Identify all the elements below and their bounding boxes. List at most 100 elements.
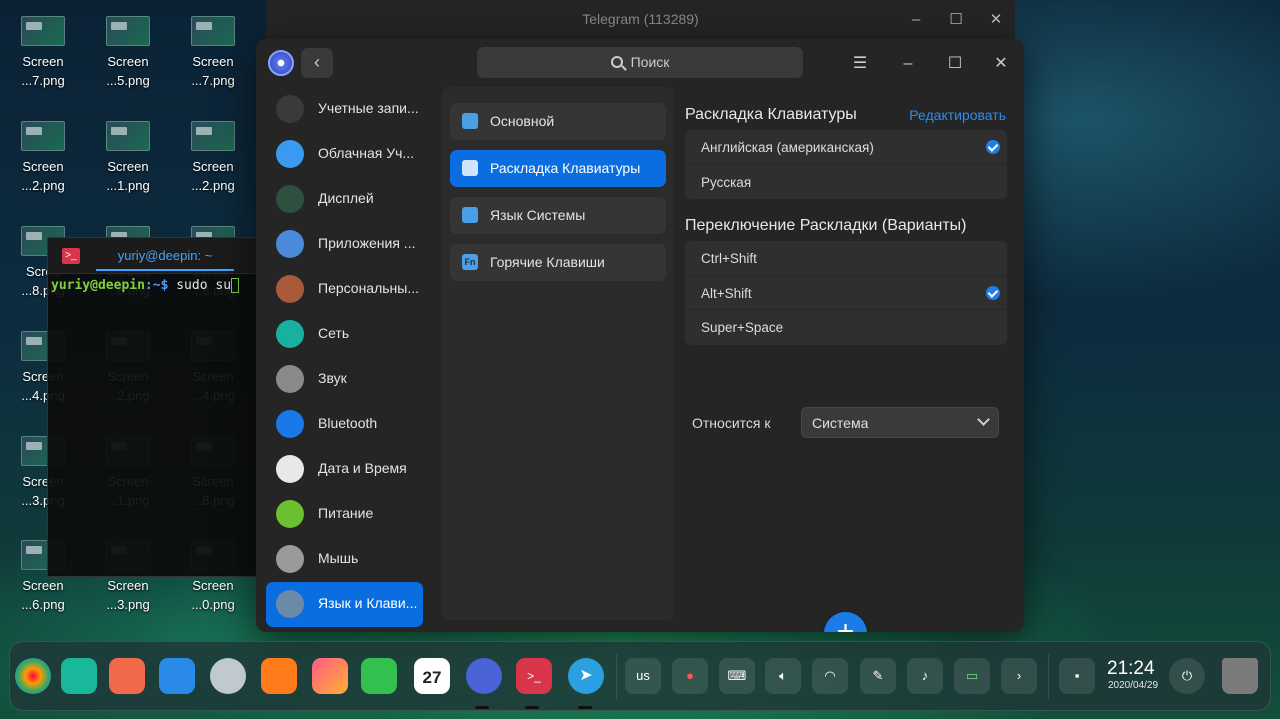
list-item[interactable]: Английская (американская) [685,130,1007,165]
sidebar-item-label: Приложения ... [318,235,416,251]
sidebar-item[interactable]: Bluetooth [266,402,423,447]
settings-window: ‹ Поиск ☰ – ☐ ✕ Учетные запи... Облачная … [256,39,1024,632]
sidebar-item[interactable]: Звук [266,357,423,402]
multitasking-icon[interactable] [61,658,97,694]
menu-icon[interactable]: ☰ [848,52,872,76]
desktop-file-icon[interactable]: Screen ...1.png [88,121,168,195]
clock-time[interactable]: 21:24 [1107,658,1155,680]
list-item[interactable]: Super+Space [685,310,1007,345]
terminal-cursor [231,278,240,293]
desktop-file-label: Screen ...7.png [191,54,235,88]
sidebar-item[interactable]: Учетные запи... [266,87,423,132]
list-item[interactable]: Alt+Shift [685,276,1007,310]
applies-to-label: Относится к [692,415,771,431]
close-icon[interactable]: ✕ [984,8,1008,32]
wifi-icon[interactable]: ◠ [812,658,848,694]
sidebar-item[interactable]: Облачная Уч... [266,132,423,177]
notification-icon[interactable]: ♪ [907,658,943,694]
terminal-line[interactable]: yuriy@deepin:~$ sudo su [48,274,266,297]
image-viewer-icon[interactable] [312,658,348,694]
calendar-icon[interactable]: 27 [414,658,450,694]
image-thumbnail-icon [21,121,65,151]
chevron-down-icon [977,413,990,426]
terminal-tab[interactable]: yuriy@deepin: ~ [96,248,234,271]
list-item[interactable]: Русская [685,165,1007,200]
list-item[interactable]: Ctrl+Shift [685,241,1007,276]
palette-icon [276,275,304,303]
network-icon [276,320,304,348]
minimize-icon[interactable]: – [904,8,928,32]
settings-titlebar: ‹ Поиск ☰ – ☐ ✕ [256,39,1024,89]
running-indicator [525,706,539,709]
telegram-title: Telegram (113289) [582,11,699,27]
color-picker-icon[interactable]: ✎ [860,658,896,694]
sidebar-item[interactable]: Мышь [266,537,423,582]
sidebar-item-label: Язык и Клави... [318,595,418,611]
desktop-file-label: Screen ...3.png [106,578,150,612]
applies-to-select[interactable]: Система [801,407,999,438]
power-icon[interactable]: ⏻ [1169,658,1205,694]
chevron-right-icon[interactable]: › [1001,658,1037,694]
sidebar-item[interactable]: Язык и Клави... [266,582,423,627]
desktop-file-icon[interactable]: Screen ...5.png [88,16,168,90]
app-store-icon[interactable] [261,658,297,694]
desktop-file-icon[interactable]: Screen ...2.png [3,121,83,195]
image-thumbnail-icon [191,16,235,46]
trash-icon[interactable] [1222,658,1258,694]
telegram-icon[interactable]: ➤ [568,658,604,694]
minimize-icon[interactable]: – [896,52,920,76]
show-desktop-icon[interactable]: ▪ [1059,658,1095,694]
back-button[interactable]: ‹ [301,48,333,78]
settings-icon[interactable] [466,658,502,694]
checkmark-icon [986,285,1000,300]
close-icon[interactable]: ✕ [989,52,1013,76]
terminal-icon[interactable]: >_ [516,658,552,694]
search-input[interactable]: Поиск [477,47,803,78]
image-thumbnail-icon [191,121,235,151]
file-manager-icon[interactable] [159,658,195,694]
settings-sidebar: Учетные запи... Облачная Уч... Дисплей Прил… [266,87,423,627]
terminal-command: sudo su [168,278,232,293]
dock-separator [616,654,617,700]
list-item-label: Русская [701,174,752,190]
sidebar-item-label: Облачная Уч... [318,145,415,161]
keyboard-layout-indicator[interactable]: us [625,658,661,694]
edit-link[interactable]: Редактировать [909,107,1006,123]
launcher-icon[interactable] [15,658,51,694]
desktop-file-icon[interactable]: Screen ...2.png [173,121,253,195]
submenu-item[interactable]: Fn Горячие Клавиши [450,244,666,281]
volume-icon[interactable]: 🔈︎ [765,658,801,694]
desktop-file-label: Screen ...2.png [191,159,235,193]
settings-logo-icon [268,50,294,76]
desktop-file-icon[interactable]: Screen ...7.png [3,16,83,90]
onscreen-keyboard-icon[interactable]: ⌨ [719,658,755,694]
app-store-grid-icon[interactable] [109,658,145,694]
terminal-header: >_ yuriy@deepin: ~ [48,238,266,274]
desktop-file-icon[interactable]: Screen ...7.png [173,16,253,90]
keyboard-icon [276,590,304,618]
clock-date[interactable]: 2020/04/29 [1108,680,1158,691]
screen-recorder-icon[interactable]: ● [672,658,708,694]
sound-icon [276,365,304,393]
sidebar-item[interactable]: Дисплей [266,177,423,222]
sidebar-item[interactable]: Дата и Время [266,447,423,492]
battery-icon[interactable]: ▭ [954,658,990,694]
terminal-window[interactable]: >_ yuriy@deepin: ~ yuriy@deepin:~$ sudo … [47,237,267,577]
sidebar-item[interactable]: Персональны... [266,267,423,312]
maximize-icon[interactable]: ☐ [944,8,968,32]
sidebar-item[interactable]: Сеть [266,312,423,357]
sidebar-item[interactable]: Питание [266,492,423,537]
submenu-item[interactable]: Основной [450,103,666,140]
bluetooth-icon [276,410,304,438]
maximize-icon[interactable]: ☐ [943,52,967,76]
music-icon[interactable] [361,658,397,694]
submenu-item[interactable]: Раскладка Клавиатуры [450,150,666,187]
browser-icon[interactable] [210,658,246,694]
submenu-item[interactable]: Язык Системы [450,197,666,234]
sidebar-item[interactable]: Приложения ... [266,222,423,267]
search-icon [610,56,623,68]
running-indicator [578,706,592,709]
add-layout-button[interactable]: + [824,612,867,632]
list-item-label: Super+Space [701,320,784,335]
switch-section-title: Переключение Раскладки (Варианты) [685,217,967,234]
